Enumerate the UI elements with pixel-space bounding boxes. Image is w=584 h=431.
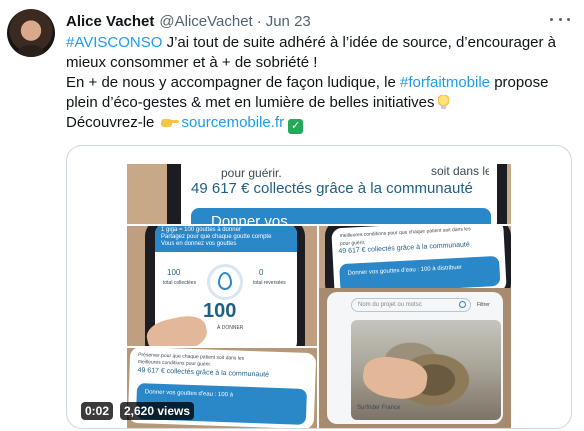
stat-given: 0 bbox=[259, 268, 264, 277]
project-search-input: Nom du projet ou motsc bbox=[351, 298, 471, 312]
tweet-date[interactable]: Jun 23 bbox=[266, 13, 311, 30]
filter-label: Filtrer bbox=[477, 302, 490, 308]
phone-frame: pour guérir. soit dans les 49 617 € coll… bbox=[167, 164, 507, 224]
drops-cta: À DONNER bbox=[217, 325, 244, 331]
phone-screen: pour guérir. soit dans les 49 617 € coll… bbox=[181, 164, 497, 224]
tweet-line-3-tail: propose bbox=[490, 74, 549, 91]
drops-to-give: 100 bbox=[203, 300, 237, 322]
donate-button: Donner vos bbox=[191, 208, 491, 224]
tweet-line-3-text: En + de nous y accompagner de façon ludi… bbox=[66, 74, 400, 91]
tweet-line-1-text: J’ai tout de suite adhéré à l’idée de so… bbox=[162, 34, 557, 51]
video-tile-top: pour guérir. soit dans les 49 617 € coll… bbox=[127, 164, 511, 224]
screen-text-right: soit dans les bbox=[431, 164, 489, 178]
video-tile-middle-left: 1 giga = 100 gouttes à donner Partagez p… bbox=[127, 226, 317, 346]
tweet-line-3: En + de nous y accompagner de façon ludi… bbox=[66, 73, 566, 93]
check-mark-icon: ✓ bbox=[288, 119, 304, 134]
video-views-badge: 2,620 views bbox=[120, 402, 195, 420]
video-tile-bottom-right: Nom du projet ou motsc Filtrer Surfrider… bbox=[319, 288, 511, 428]
author-avatar[interactable] bbox=[7, 9, 55, 57]
tweet-line-2: mieux consommer et à + de sobriété ! bbox=[66, 54, 318, 71]
drops-header-title: 1 giga = 100 gouttes à donner bbox=[161, 227, 241, 233]
tweet-header: Alice Vachet @AliceVachet · Jun 23 bbox=[66, 10, 544, 32]
stat-given-label: total reversées bbox=[253, 280, 286, 286]
drops-header-sub2: Vous en donnez vos gouttes bbox=[161, 241, 237, 247]
search-icon bbox=[459, 301, 466, 308]
author-handle[interactable]: @AliceVachet bbox=[159, 13, 252, 30]
sourcemobile-link[interactable]: sourcemobile.fr bbox=[182, 114, 285, 131]
header-separator: · bbox=[256, 12, 262, 30]
project-search-placeholder: Nom du projet ou motsc bbox=[358, 302, 422, 308]
project-caption: Surfrider France bbox=[357, 405, 401, 411]
tweet-line-5: Découvrez-le sourcemobile.fr ✓ bbox=[66, 113, 566, 134]
author-name[interactable]: Alice Vachet bbox=[66, 13, 154, 30]
tweet-line-4-text: plein d’éco-gestes & met en lumière de b… bbox=[66, 94, 435, 111]
tweet-line-1: #AVISCONSO J’ai tout de suite adhéré à l… bbox=[66, 33, 566, 53]
video-card[interactable]: pour guérir. soit dans les 49 617 € coll… bbox=[66, 145, 572, 429]
more-options-icon[interactable] bbox=[550, 12, 570, 26]
collected-amount: 49 617 € collectés grâce à la communauté bbox=[191, 180, 473, 197]
water-drop-icon bbox=[218, 272, 232, 290]
drops-header: 1 giga = 100 gouttes à donner Partagez p… bbox=[155, 226, 297, 252]
drops-header-sub: Partagez pour que chaque goutte compte bbox=[161, 234, 272, 240]
pointing-hand-icon bbox=[160, 116, 179, 128]
tweet-line-5-text: Découvrez-le bbox=[66, 114, 159, 131]
video-time-badge: 0:02 bbox=[81, 402, 114, 420]
tweet-text: #AVISCONSO J’ai tout de suite adhéré à l… bbox=[66, 33, 566, 134]
hashtag-avisconso[interactable]: #AVISCONSO bbox=[66, 34, 162, 51]
video-frame[interactable]: pour guérir. soit dans les 49 617 € coll… bbox=[127, 164, 511, 428]
phone-screen: Nom du projet ou motsc Filtrer Surfrider… bbox=[327, 292, 503, 424]
tweet-line-4: plein d’éco-gestes & met en lumière de b… bbox=[66, 93, 566, 113]
light-bulb-icon bbox=[437, 95, 449, 109]
hashtag-forfaitmobile[interactable]: #forfaitmobile bbox=[400, 74, 490, 91]
